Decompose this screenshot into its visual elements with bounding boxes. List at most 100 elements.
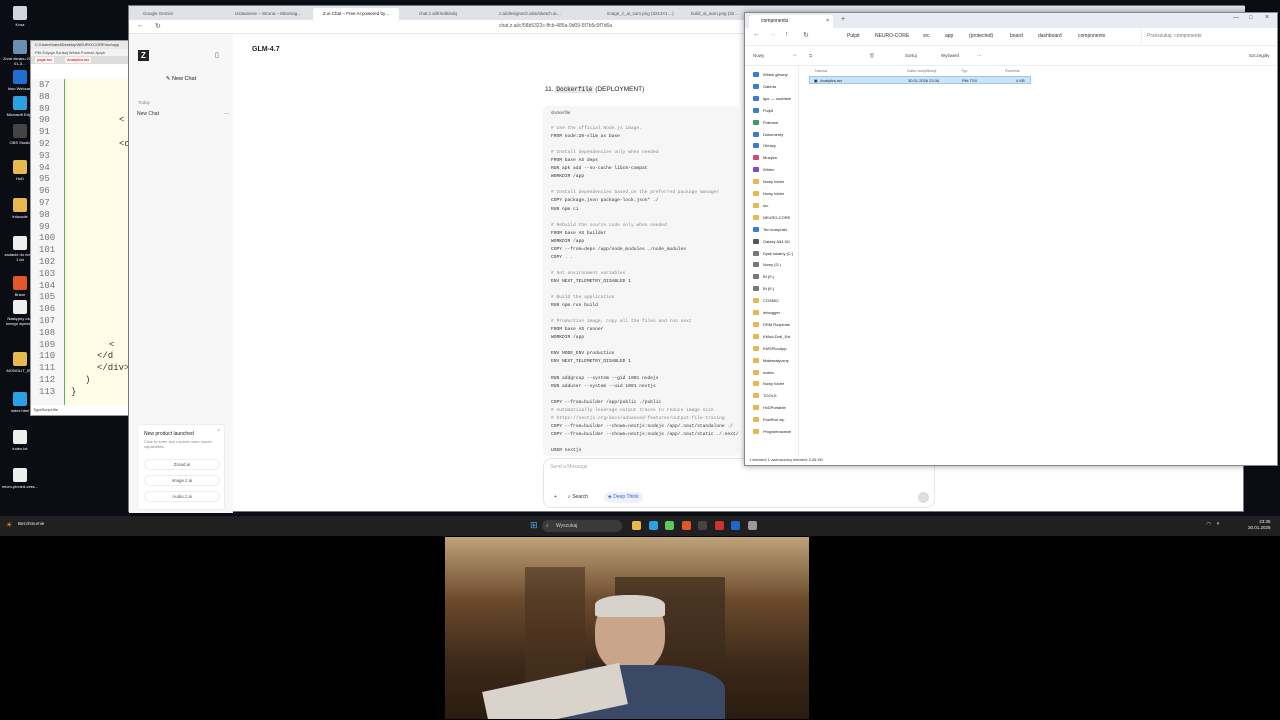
breadcrumb-item[interactable]: app: [945, 33, 953, 39]
nav-item[interactable]: Galaxy A54 5G: [753, 238, 797, 244]
browser-tab[interactable]: Google Gemini: [133, 8, 219, 20]
nav-item[interactable]: igor — osobiste: [753, 95, 797, 101]
editor-menu[interactable]: Plik Edycja Szukaj Widok Format Język: [31, 49, 129, 56]
forward-icon[interactable]: →: [769, 31, 776, 38]
file-row[interactable]: ▣ Analytics.tsx 30.01.2026 23:34 Plik TS…: [809, 76, 1031, 84]
breadcrumb-item[interactable]: NEURO-CORE: [875, 33, 909, 39]
taskbar-search[interactable]: ⌕ Wyszukaj: [542, 520, 622, 532]
col-name[interactable]: Nazwa: [815, 68, 827, 73]
reload-icon[interactable]: ↻: [155, 22, 161, 30]
nav-item[interactable]: Pulpit: [753, 107, 797, 113]
taskbar-app-icon[interactable]: [714, 521, 724, 530]
desktop-icon[interactable]: micro-pinned-cess...: [2, 468, 38, 489]
nav-item[interactable]: Obrazy: [753, 143, 797, 149]
desktop-icon[interactable]: Kosz: [2, 6, 38, 27]
nav-item[interactable]: DRM Rozpinak: [753, 321, 797, 327]
browser-tab[interactable]: Ustawienie – Strona – Minimag…: [225, 8, 311, 20]
nav-item[interactable]: KMSPicoApp: [753, 345, 797, 351]
nav-item[interactable]: TOOLS: [753, 393, 797, 399]
editor-window[interactable]: C:\Users\hand\Desktop\NEURO-CORE\src\app…: [30, 40, 130, 416]
minimize-icon[interactable]: —: [1233, 15, 1239, 21]
close-icon[interactable]: ×: [217, 428, 220, 434]
nav-item[interactable]: matrix: [753, 369, 797, 375]
url-text[interactable]: chat.z.ai/c/58b5322c-ffcb-485a-9d09-5f7b…: [499, 23, 612, 29]
breadcrumb-item[interactable]: components: [1078, 33, 1105, 39]
nav-item[interactable]: Nowy folder: [753, 381, 797, 387]
more-icon[interactable]: ⋯: [224, 110, 229, 118]
wifi-icon[interactable]: ◠: [1206, 521, 1211, 528]
editor-tab[interactable]: page.tsx: [35, 57, 55, 63]
deep-think-button[interactable]: ◈ Deep Think: [604, 492, 643, 503]
close-window-icon[interactable]: ×: [1265, 14, 1269, 21]
nav-item[interactable]: Dysk lokalny (C:): [753, 250, 797, 256]
chat-history-item[interactable]: New Chat ⋯: [137, 110, 229, 118]
nav-item[interactable]: BI (E:): [753, 286, 797, 292]
breadcrumb-item[interactable]: Pulpit: [847, 33, 860, 39]
attach-icon[interactable]: +: [550, 492, 561, 503]
col-type[interactable]: Typ: [961, 68, 967, 73]
taskbar-app-icon[interactable]: [747, 521, 757, 530]
explorer-tab[interactable]: components ×: [749, 15, 833, 28]
promo-link-zread[interactable]: Zread.ai: [144, 459, 220, 470]
nav-item[interactable]: COSMIC: [753, 298, 797, 304]
delete-icon[interactable]: 🗑: [869, 53, 875, 59]
browser-tab[interactable]: Z.ai Chat – Free AI powered by…: [313, 8, 399, 20]
model-selector[interactable]: GLM-4.7: [252, 46, 280, 53]
nav-item[interactable]: Wideo: [753, 167, 797, 173]
breadcrumb-item[interactable]: src: [923, 33, 930, 39]
taskbar-app-icon[interactable]: [698, 521, 707, 530]
copy-icon[interactable]: ⧉: [809, 53, 812, 58]
browser-tab[interactable]: z.ai/designer/z.ai/ai/sketch.ai…: [489, 8, 575, 20]
taskbar-app-icon[interactable]: [665, 521, 674, 530]
nav-item[interactable]: Muzyka: [753, 155, 797, 161]
view-button[interactable]: Wyświetl: [941, 53, 959, 58]
sidebar-toggle-icon[interactable]: ▯: [215, 51, 219, 59]
refresh-icon[interactable]: ↻: [803, 31, 809, 39]
nav-item[interactable]: Galeria: [753, 83, 797, 89]
nav-item[interactable]: Pobrane: [753, 119, 797, 125]
nav-item[interactable]: debugger: [753, 310, 797, 315]
col-size[interactable]: Rozmiar: [1005, 68, 1020, 73]
breadcrumb-item[interactable]: board: [1010, 33, 1023, 39]
new-tab-icon[interactable]: +: [841, 16, 845, 23]
new-chat-button[interactable]: ✎ New Chat: [137, 73, 225, 86]
col-date[interactable]: Data modyfikacji: [907, 68, 936, 73]
nav-item[interactable]: BI (E:): [753, 274, 797, 280]
up-icon[interactable]: ↑: [785, 31, 789, 38]
sort-button[interactable]: Sortuj: [905, 53, 917, 58]
editor-code-area[interactable]: 87 88 89 90 91 92 93 94 95 96 97 98 99 100 101 102 103 10…: [31, 79, 130, 405]
taskbar-app-icon[interactable]: [648, 521, 658, 530]
explorer-search[interactable]: Przeszukaj: components: [1147, 33, 1201, 39]
breadcrumb-item[interactable]: (protected): [969, 33, 993, 39]
nav-item[interactable]: Nowy (D:): [753, 262, 797, 268]
clock[interactable]: 23:35 30.01.2026: [1248, 519, 1271, 531]
weather-widget[interactable]: Bezchmurnie: [18, 521, 44, 526]
nav-item[interactable]: Ten komputer: [753, 226, 797, 232]
nav-item[interactable]: Dokumenty: [753, 131, 797, 137]
maximize-icon[interactable]: □: [1249, 15, 1253, 21]
editor-tab[interactable]: Analytics.tsx: [65, 57, 92, 63]
desktop-icon[interactable]: index.txt: [2, 430, 38, 451]
search-button[interactable]: ⌕ Search: [564, 492, 592, 503]
promo-link-image[interactable]: image.z.ai: [144, 475, 220, 486]
browser-tab[interactable]: chat.z.ai/fr/edit/edq: [409, 8, 495, 20]
back-icon[interactable]: ←: [137, 22, 144, 29]
cut-icon[interactable]: ✂: [793, 53, 797, 59]
start-icon[interactable]: ⊞: [530, 520, 538, 531]
nav-item[interactable]: KMod-DrdI_Ext: [753, 333, 797, 339]
taskbar-app-icon[interactable]: [632, 521, 641, 530]
volume-icon[interactable]: ◖: [1216, 521, 1220, 527]
nav-item[interactable]: Nowy folder: [753, 179, 797, 185]
details-button[interactable]: Szczegóły: [1249, 53, 1270, 58]
nav-item[interactable]: Nowy folder: [753, 191, 797, 196]
breadcrumb-item[interactable]: dashboard: [1038, 33, 1062, 39]
nav-item[interactable]: PowRun.zip: [753, 417, 797, 423]
back-icon[interactable]: ←: [753, 31, 760, 38]
nav-item[interactable]: Widok główny: [753, 72, 797, 77]
close-tab-icon[interactable]: ×: [826, 15, 829, 28]
nav-item[interactable]: HxDPortable: [753, 405, 797, 411]
more-icon[interactable]: ⋯: [977, 53, 982, 59]
nav-item[interactable]: src: [753, 202, 797, 208]
promo-link-audio[interactable]: Audio.z.ai: [144, 491, 220, 502]
nav-item[interactable]: Matematyczny: [753, 357, 797, 363]
